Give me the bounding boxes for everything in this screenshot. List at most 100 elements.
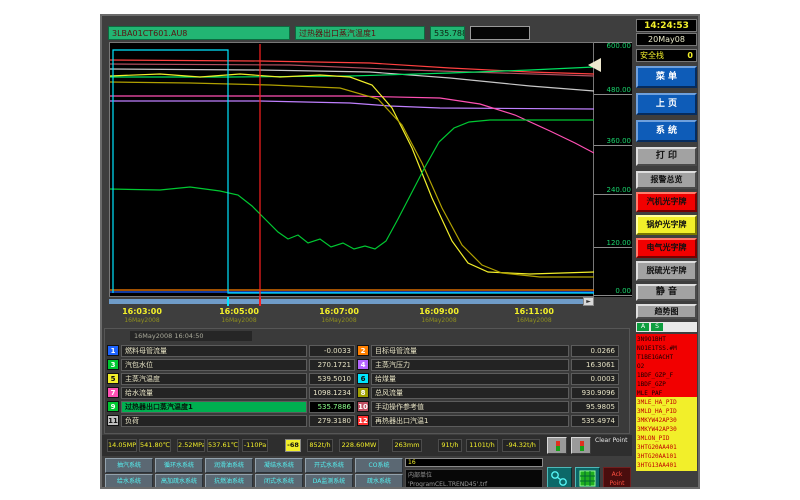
traffic-light-icon [556, 441, 560, 451]
trend-number-chip: 5 [107, 373, 119, 384]
point-toggle-button-1[interactable] [547, 437, 567, 454]
system-button[interactable]: 凝结水系统 [255, 458, 303, 473]
status-value: 14.05MPa [107, 439, 137, 452]
alarm-tag[interactable]: T1BE1GACHT [637, 353, 696, 362]
status-value: 541.80℃ [139, 439, 171, 452]
system-button[interactable]: 循环水系统 [155, 458, 203, 473]
entry-input[interactable]: 16 [405, 458, 543, 467]
point-toggle-button-2[interactable] [571, 437, 591, 454]
trend-row-label[interactable]: 再热器出口汽温1 [371, 415, 569, 427]
message-line2: 'ProgramCEL.TREND45'.trf [408, 480, 540, 489]
trend-line-汽包水位 [110, 120, 594, 249]
alarm-tag[interactable]: 3HTG20AA401 [637, 443, 696, 452]
trend-selector-box[interactable] [470, 26, 530, 40]
system-button[interactable]: 高加疏水系统 [155, 474, 203, 489]
alarm-tag[interactable]: 1BDF_GZP [637, 380, 696, 389]
alarm-overview-button[interactable]: 报警总览 [636, 171, 697, 189]
x-tick-time: 16:11:00 [499, 307, 569, 316]
message-line1: 内部单位 [408, 471, 540, 480]
turbine-annunciator-button[interactable]: 汽机光字牌 [636, 192, 697, 212]
status-value: -68 [285, 439, 301, 452]
system-button[interactable]: CO系统 [355, 458, 403, 473]
safety-stack-label: 安全栈 [640, 51, 664, 60]
alarm-tag[interactable]: O2 [637, 362, 696, 371]
trend-number-chip: 10 [357, 401, 369, 412]
alarm-list-active[interactable]: 3N9O1BHTNO1E1TSS.#MT1BE1GACHTO21BDF_GZP_… [636, 334, 697, 397]
trend-row-label[interactable]: 总风流量 [371, 387, 569, 399]
x-tick-time: 16:09:00 [404, 307, 474, 316]
trend-row-label[interactable]: 目标母管流量 [371, 345, 569, 357]
trend-number-chip: 9 [107, 401, 119, 412]
electrical-annunciator-button[interactable]: 电气光字牌 [636, 238, 697, 258]
system-button[interactable]: 系 统 [636, 120, 697, 142]
system-button[interactable]: 润滑油系统 [205, 458, 253, 473]
alarm-tag[interactable]: 1BDF_GZP_F [637, 371, 696, 380]
x-tick-time: 16:07:00 [304, 307, 374, 316]
table-view-button[interactable] [575, 467, 600, 489]
scroll-arrow-button[interactable]: ► [583, 297, 594, 306]
link-button[interactable] [547, 467, 572, 489]
trend-row-label[interactable]: 燃料母管流量 [121, 345, 307, 357]
trend-row-value: 535.4974 [571, 415, 619, 427]
print-button[interactable]: 打 印 [636, 147, 697, 166]
y-tick-label: 480.00 [607, 86, 632, 94]
trend-row-label[interactable]: 负荷 [121, 415, 307, 427]
trend-row-value: 0.0266 [571, 345, 619, 357]
mute-button[interactable]: 静 音 [636, 284, 697, 301]
trend-row-label[interactable]: 给水流量 [121, 387, 307, 399]
x-tick-date: 16May2008 [499, 317, 569, 324]
alarm-tag[interactable]: 3MKYW42AP30 [637, 425, 696, 434]
menu-button[interactable]: 菜 单 [636, 66, 697, 88]
alarm-ack-bar[interactable]: AS [636, 322, 697, 332]
alarm-tag[interactable]: 3MLD_HA_PID [637, 407, 696, 416]
boiler-annunciator-button[interactable]: 锅炉光字牌 [636, 215, 697, 235]
alarm-tag[interactable]: 3HTG13AA401 [637, 461, 696, 470]
alarm-list-acknowledged[interactable]: 3MLE_HA_PID3MLD_HA_PID3MKYW42AP303MKYW42… [636, 397, 697, 471]
trend-row-label[interactable]: 过热器出口蒸汽温度1 [121, 401, 307, 413]
clear-point-button[interactable]: Clear Point [595, 437, 631, 454]
trend-row-label[interactable]: 主蒸汽压力 [371, 359, 569, 371]
fgd-annunciator-button[interactable]: 脱硫光字牌 [636, 261, 697, 281]
trend-name-field[interactable]: 过热器出口蒸汽温度1 [295, 26, 425, 40]
system-button[interactable]: DA监测系统 [305, 474, 353, 489]
trend-row-value: 95.9805 [571, 401, 619, 413]
trend-row-label[interactable]: 主蒸汽温度 [121, 373, 307, 385]
trend-tag-field[interactable]: 3LBA01CT601.AU8 [108, 26, 290, 40]
trend-row-value: 1098.1234 [309, 387, 355, 399]
alarm-tag[interactable]: MLE_PAF [637, 389, 696, 397]
trend-row-label[interactable]: 手动操作参考值 [371, 401, 569, 413]
ack-chip[interactable]: S [651, 323, 663, 331]
ack-chip[interactable]: A [637, 323, 649, 331]
alarm-tag[interactable]: NO1E1TSS.#M [637, 344, 696, 353]
page: 3LBA01CT601.AU8 过热器出口蒸汽温度1 535.7886 600.… [0, 0, 800, 500]
system-button[interactable]: 闭式水系统 [255, 474, 303, 489]
time-axis-scrollbar[interactable] [109, 299, 583, 304]
trend-button[interactable]: 趋势图 [636, 304, 697, 319]
system-button[interactable]: 抗燃油系统 [205, 474, 253, 489]
trend-number-chip: 7 [107, 387, 119, 398]
y-tick-line [594, 194, 632, 195]
trend-chart[interactable] [109, 42, 594, 297]
system-button[interactable]: 开式水系统 [305, 458, 353, 473]
x-tick-date: 16May2008 [304, 317, 374, 324]
system-button[interactable]: 抽汽系统 [105, 458, 153, 473]
value-marker-icon[interactable] [588, 58, 601, 72]
y-tick-line [594, 94, 632, 95]
trend-line-给煤量 [113, 50, 594, 293]
trend-row-label[interactable]: 给煤量 [371, 373, 569, 385]
trend-number-chip: 11 [107, 415, 119, 426]
alarm-tag[interactable]: 3MLE_HA_PID [637, 398, 696, 407]
ack-point-button[interactable]: Ack Point [603, 467, 631, 489]
trend-row-value: 270.1721 [309, 359, 355, 371]
alarm-tag[interactable]: 3N9O1BHT [637, 335, 696, 344]
alarm-tag[interactable]: 3MLON_PID [637, 434, 696, 443]
system-button[interactable]: 给水系统 [105, 474, 153, 489]
trend-row-value: 16.3061 [571, 359, 619, 371]
alarm-tag[interactable]: 3HTG20AA101 [637, 452, 696, 461]
clock-display: 14:24:53 [636, 19, 697, 32]
prev-page-button[interactable]: 上 页 [636, 93, 697, 115]
system-button[interactable]: 疏水系统 [355, 474, 403, 489]
alarm-tag[interactable]: 3MKYW42AP30 [637, 416, 696, 425]
trend-row-label[interactable]: 汽包水位 [121, 359, 307, 371]
y-tick-line [594, 247, 632, 248]
